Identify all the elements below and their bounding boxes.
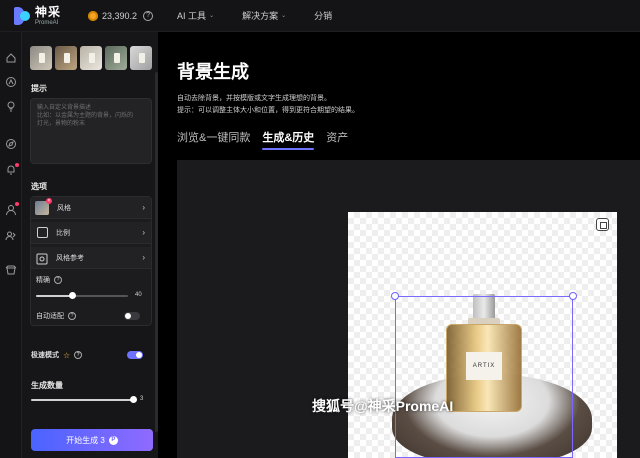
compass-icon[interactable] [5,138,17,150]
help-icon[interactable]: ? [54,276,62,284]
nav-solutions[interactable]: 解决方案 ⌄ [242,9,286,22]
page-description: 自动去除背景，并按模版或文字生成理想的背景。 [177,95,331,102]
chevron-right-icon: › [142,253,145,262]
auto-fit-label: 自动适配 ? [36,311,76,321]
chevron-down-icon: ⌄ [281,13,287,19]
ai-badge-icon[interactable] [5,76,17,88]
team-icon[interactable] [5,230,17,242]
credits-balance[interactable]: 23,390.2 ? [88,10,154,21]
product-image-canvas[interactable]: ARTIX [348,212,617,458]
subject-selection-box[interactable] [395,296,573,458]
notification-dot [15,163,19,167]
shop-icon[interactable] [5,264,17,276]
nav-distribution[interactable]: 分销 [314,9,332,22]
chevron-right-icon: › [142,203,145,212]
page-title: 背景生成 [177,62,249,82]
precision-slider-track[interactable] [36,295,128,297]
resize-handle[interactable] [391,292,399,300]
coin-icon [88,10,98,21]
count-label: 生成数量 [31,381,63,390]
precision-label: 精确 ? [36,275,62,285]
precision-slider-handle[interactable] [69,292,77,299]
bulb-icon[interactable] [5,100,17,112]
chevron-right-icon: › [142,228,145,237]
generate-label: 开始生成 3 [66,435,105,445]
fast-mode-toggle[interactable] [127,351,143,359]
tab-generate-history[interactable]: 生成&历史 [262,129,314,150]
prompt-placeholder: 输入自定义背景描述 [37,105,92,111]
option-label: 风格参考 [56,254,84,262]
option-style-reference[interactable]: 风格参考 › [31,247,151,269]
nav-ai-tools[interactable]: AI 工具 ⌄ [177,9,214,22]
help-icon[interactable]: ? [143,10,154,21]
main-content: 背景生成 自动去除背景，并按模版或文字生成理想的背景。 提示：可以调整主体大小和… [158,32,640,458]
start-generate-button[interactable]: 开始生成 3 P [31,429,153,451]
count-slider-track[interactable] [31,399,135,401]
home-icon[interactable] [5,52,17,64]
template-thumbnail[interactable] [30,46,52,70]
template-thumbnail[interactable] [55,46,77,70]
top-bar: 神采 PromeAI 23,390.2 ? AI 工具 ⌄ 解决方案 ⌄ 分销 [0,0,640,32]
auto-fit-toggle[interactable] [124,312,140,320]
star-icon: ☆ [63,350,71,360]
image-icon[interactable] [596,218,609,231]
fast-mode-label: 极速模式 ☆ ? [31,350,83,360]
prompt-placeholder: 比如：以金属为主题的背景，闪烁的 [37,113,134,119]
prompt-placeholder: 灯光，景物的粉末 [37,121,86,127]
logo-name: 神采 [35,4,62,19]
count-slider-handle[interactable] [130,396,137,403]
precision-value: 40 [135,292,142,298]
prompt-input[interactable]: 输入自定义背景描述 比如：以金属为主题的背景，闪烁的 灯光，景物的粉末 [30,98,152,164]
style-reference-icon [36,252,48,264]
option-ratio[interactable]: 比例 › [31,222,151,244]
credits-value: 23,390.2 [102,10,138,21]
remove-icon[interactable]: × [46,197,52,204]
template-thumbnail[interactable] [105,46,127,70]
ratio-icon [37,227,48,238]
page-tip: 提示：可以调整主体大小和位置，得到更符合期望的结果。 [177,107,359,114]
tab-browse[interactable]: 浏览&一键同款 [177,129,250,150]
prompt-label: 提示 [31,84,47,93]
style-thumbnail: × [35,197,52,215]
resize-handle[interactable] [569,292,577,300]
tab-bar: 浏览&一键同款 生成&历史 资产 [177,129,360,150]
help-icon[interactable]: ? [68,312,76,320]
option-label: 比例 [56,229,70,237]
options-group: × 风格 › 比例 › 风格参考 › 精确 ? 40 自动适配 ? [30,196,152,326]
top-nav: AI 工具 ⌄ 解决方案 ⌄ 分销 [177,9,360,22]
logo-mark-icon [14,6,30,25]
count-value: 3 [140,396,144,402]
credit-cost-icon: P [108,435,118,445]
option-label: 风格 [57,204,71,212]
nav-label: 分销 [314,11,333,21]
left-rail [0,32,22,458]
nav-label: AI 工具 [177,11,207,21]
nav-label: 解决方案 [242,11,279,21]
template-thumbnail[interactable] [80,46,102,70]
help-icon[interactable]: ? [74,351,83,359]
options-label: 选项 [31,182,47,191]
option-style[interactable]: × 风格 › [31,197,151,219]
logo[interactable]: 神采 PromeAI [14,6,88,26]
chevron-down-icon: ⌄ [209,13,215,19]
template-thumbnail[interactable] [130,46,152,70]
template-thumbnails [30,46,152,72]
tab-assets[interactable]: 资产 [326,129,348,150]
watermark: 搜狐号@神采PromeAI [312,398,454,414]
logo-subtitle: PromeAI [35,19,59,26]
notification-dot [15,202,19,206]
settings-panel: 提示 输入自定义背景描述 比如：以金属为主题的背景，闪烁的 灯光，景物的粉末 选… [22,32,158,458]
